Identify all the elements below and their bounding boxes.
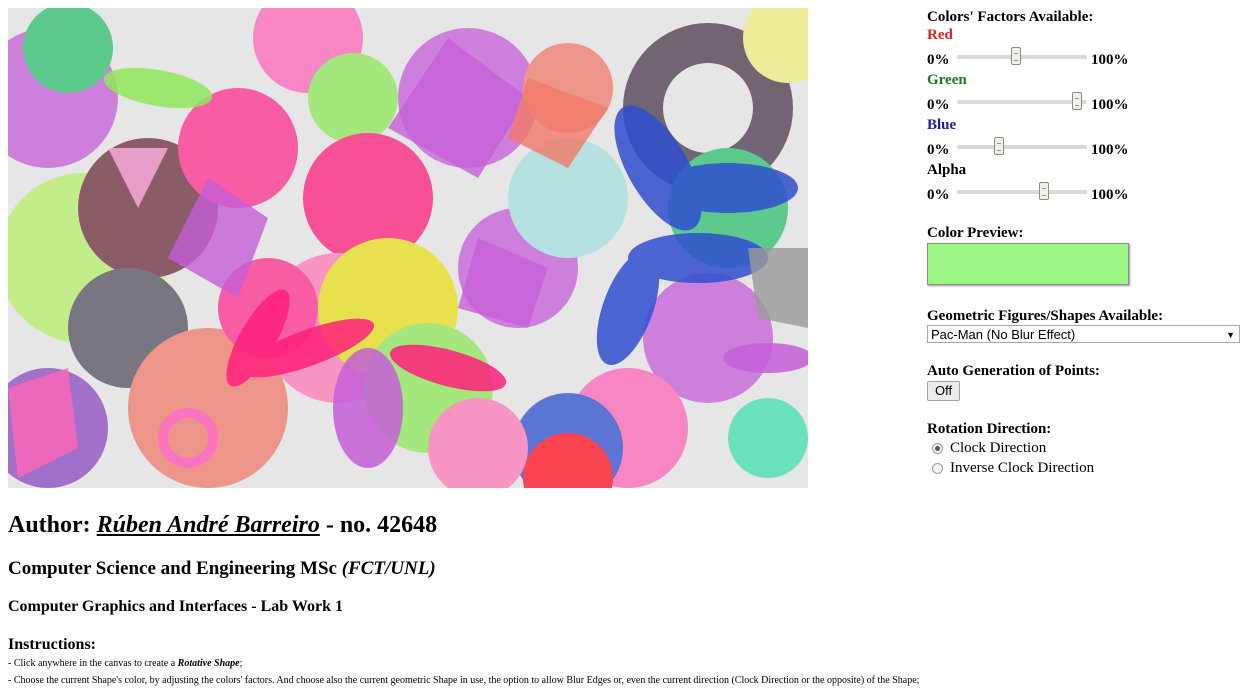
alpha-slider[interactable]	[957, 182, 1087, 200]
slider-group-green: Green 0% 100%	[927, 71, 1245, 116]
institution-name: (FCT/UNL)	[341, 558, 436, 579]
author-name-link[interactable]: Rúben André Barreiro	[97, 512, 320, 538]
colors-factors-title: Colors' Factors Available:	[927, 9, 1094, 25]
rotation-option-inverse-label: Inverse Clock Direction	[950, 459, 1095, 476]
alpha-slider-row: 0% 100%	[927, 179, 1245, 206]
rotation-option-inverse[interactable]: Inverse Clock Direction	[927, 458, 1245, 478]
color-preview-swatch	[927, 243, 1129, 285]
blue-max-label: 100%	[1091, 142, 1129, 158]
auto-generation-title: Auto Generation of Points:	[927, 363, 1100, 379]
blue-slider-thumb[interactable]	[993, 137, 1004, 155]
rotation-title: Rotation Direction:	[927, 421, 1052, 437]
controls-panel: Colors' Factors Available: Red 0% 100% G…	[927, 8, 1245, 478]
green-min-label: 0%	[927, 97, 950, 113]
blue-min-label: 0%	[927, 142, 950, 158]
author-heading: Author: Rúben André Barreiro - no. 42648	[8, 510, 1238, 540]
author-number: - no. 42648	[325, 512, 438, 538]
red-slider-thumb[interactable]	[1010, 47, 1021, 65]
rotation-option-clock-label: Clock Direction	[950, 439, 1047, 456]
chevron-down-icon: ▼	[1226, 330, 1235, 340]
red-min-label: 0%	[927, 52, 950, 68]
shapes-title: Geometric Figures/Shapes Available:	[927, 308, 1164, 324]
author-prefix: Author:	[8, 512, 91, 538]
instruction-1-emphasis: Rotative Shape	[177, 658, 240, 669]
red-slider[interactable]	[957, 47, 1087, 65]
red-label: Red	[927, 27, 953, 43]
color-preview-title: Color Preview:	[927, 225, 1024, 241]
alpha-min-label: 0%	[927, 187, 950, 203]
green-slider-row: 0% 100%	[927, 89, 1245, 116]
info-section: Author: Rúben André Barreiro - no. 42648…	[8, 510, 1238, 689]
green-slider[interactable]	[957, 92, 1087, 110]
slider-group-blue: Blue 0% 100%	[927, 116, 1245, 161]
degree-heading: Computer Science and Engineering MSc (FC…	[8, 557, 1238, 581]
red-slider-row: 0% 100%	[927, 44, 1245, 71]
degree-name: Computer Science and Engineering MSc	[8, 558, 337, 579]
blue-slider[interactable]	[957, 137, 1087, 155]
green-label: Green	[927, 72, 967, 88]
shape-select-value: Pac-Man (No Blur Effect)	[931, 327, 1076, 342]
instruction-item: - Choose the current Shape's color, by a…	[8, 675, 920, 686]
alpha-max-label: 100%	[1091, 187, 1129, 203]
radio-clock[interactable]	[932, 442, 943, 454]
instruction-1-text: - Click anywhere in the canvas to create…	[8, 658, 176, 669]
green-max-label: 100%	[1091, 97, 1129, 113]
slider-group-alpha: Alpha 0% 100%	[927, 161, 1245, 206]
shapes-artwork	[8, 8, 808, 488]
auto-generation-toggle-button[interactable]: Off	[927, 381, 961, 401]
red-max-label: 100%	[1091, 52, 1129, 68]
radio-inverse[interactable]	[932, 462, 943, 474]
instructions-title: Instructions:	[8, 636, 97, 653]
alpha-label: Alpha	[927, 162, 967, 178]
instruction-item: - Click anywhere in the canvas to create…	[8, 655, 1238, 672]
drawing-canvas[interactable]	[8, 8, 808, 488]
course-heading: Computer Graphics and Interfaces - Lab W…	[8, 598, 343, 615]
slider-group-red: Red 0% 100%	[927, 26, 1245, 71]
rotation-option-clock[interactable]: Clock Direction	[927, 438, 1245, 458]
instruction-1-end: ;	[239, 658, 243, 669]
alpha-slider-thumb[interactable]	[1039, 182, 1050, 200]
green-slider-thumb[interactable]	[1071, 92, 1082, 110]
shape-select[interactable]: Pac-Man (No Blur Effect) ▼	[927, 325, 1240, 343]
blue-label: Blue	[927, 117, 957, 133]
blue-slider-row: 0% 100%	[927, 134, 1245, 161]
